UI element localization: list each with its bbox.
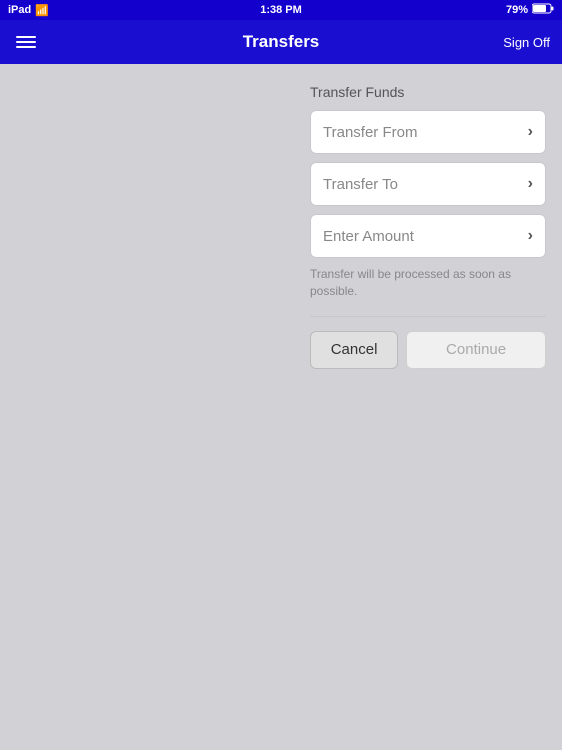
navbar: Transfers Sign Off <box>0 20 562 64</box>
wifi-icon: 📶 <box>35 4 49 17</box>
transfer-to-row[interactable]: Transfer To › <box>310 162 546 206</box>
cancel-button[interactable]: Cancel <box>310 331 398 369</box>
enter-amount-label: Enter Amount <box>323 228 414 245</box>
sign-off-button[interactable]: Sign Off <box>503 35 550 50</box>
transfer-to-label: Transfer To <box>323 176 398 193</box>
transfer-from-chevron: › <box>528 123 533 141</box>
device-label: iPad <box>8 4 31 16</box>
enter-amount-row[interactable]: Enter Amount › <box>310 214 546 258</box>
button-row: Cancel Continue <box>310 331 546 369</box>
battery-percent: 79% <box>506 4 528 16</box>
status-right: 79% <box>506 3 554 17</box>
status-left: iPad 📶 <box>8 4 49 17</box>
hamburger-icon <box>16 41 36 43</box>
section-title: Transfer Funds <box>310 84 546 100</box>
divider <box>310 316 546 317</box>
enter-amount-chevron: › <box>528 227 533 245</box>
transfer-to-chevron: › <box>528 175 533 193</box>
hamburger-icon <box>16 36 36 38</box>
hamburger-icon <box>16 46 36 48</box>
left-panel <box>0 64 300 750</box>
page-title: Transfers <box>243 32 320 52</box>
status-bar: iPad 📶 1:38 PM 79% <box>0 0 562 20</box>
transfer-from-row[interactable]: Transfer From › <box>310 110 546 154</box>
continue-button[interactable]: Continue <box>406 331 546 369</box>
main-content: Transfer Funds Transfer From › Transfer … <box>0 64 562 750</box>
battery-icon <box>532 3 554 17</box>
status-time: 1:38 PM <box>260 4 302 16</box>
transfer-from-label: Transfer From <box>323 124 417 141</box>
info-text: Transfer will be processed as soon as po… <box>310 266 546 300</box>
right-panel: Transfer Funds Transfer From › Transfer … <box>300 64 562 750</box>
menu-button[interactable] <box>12 32 40 52</box>
